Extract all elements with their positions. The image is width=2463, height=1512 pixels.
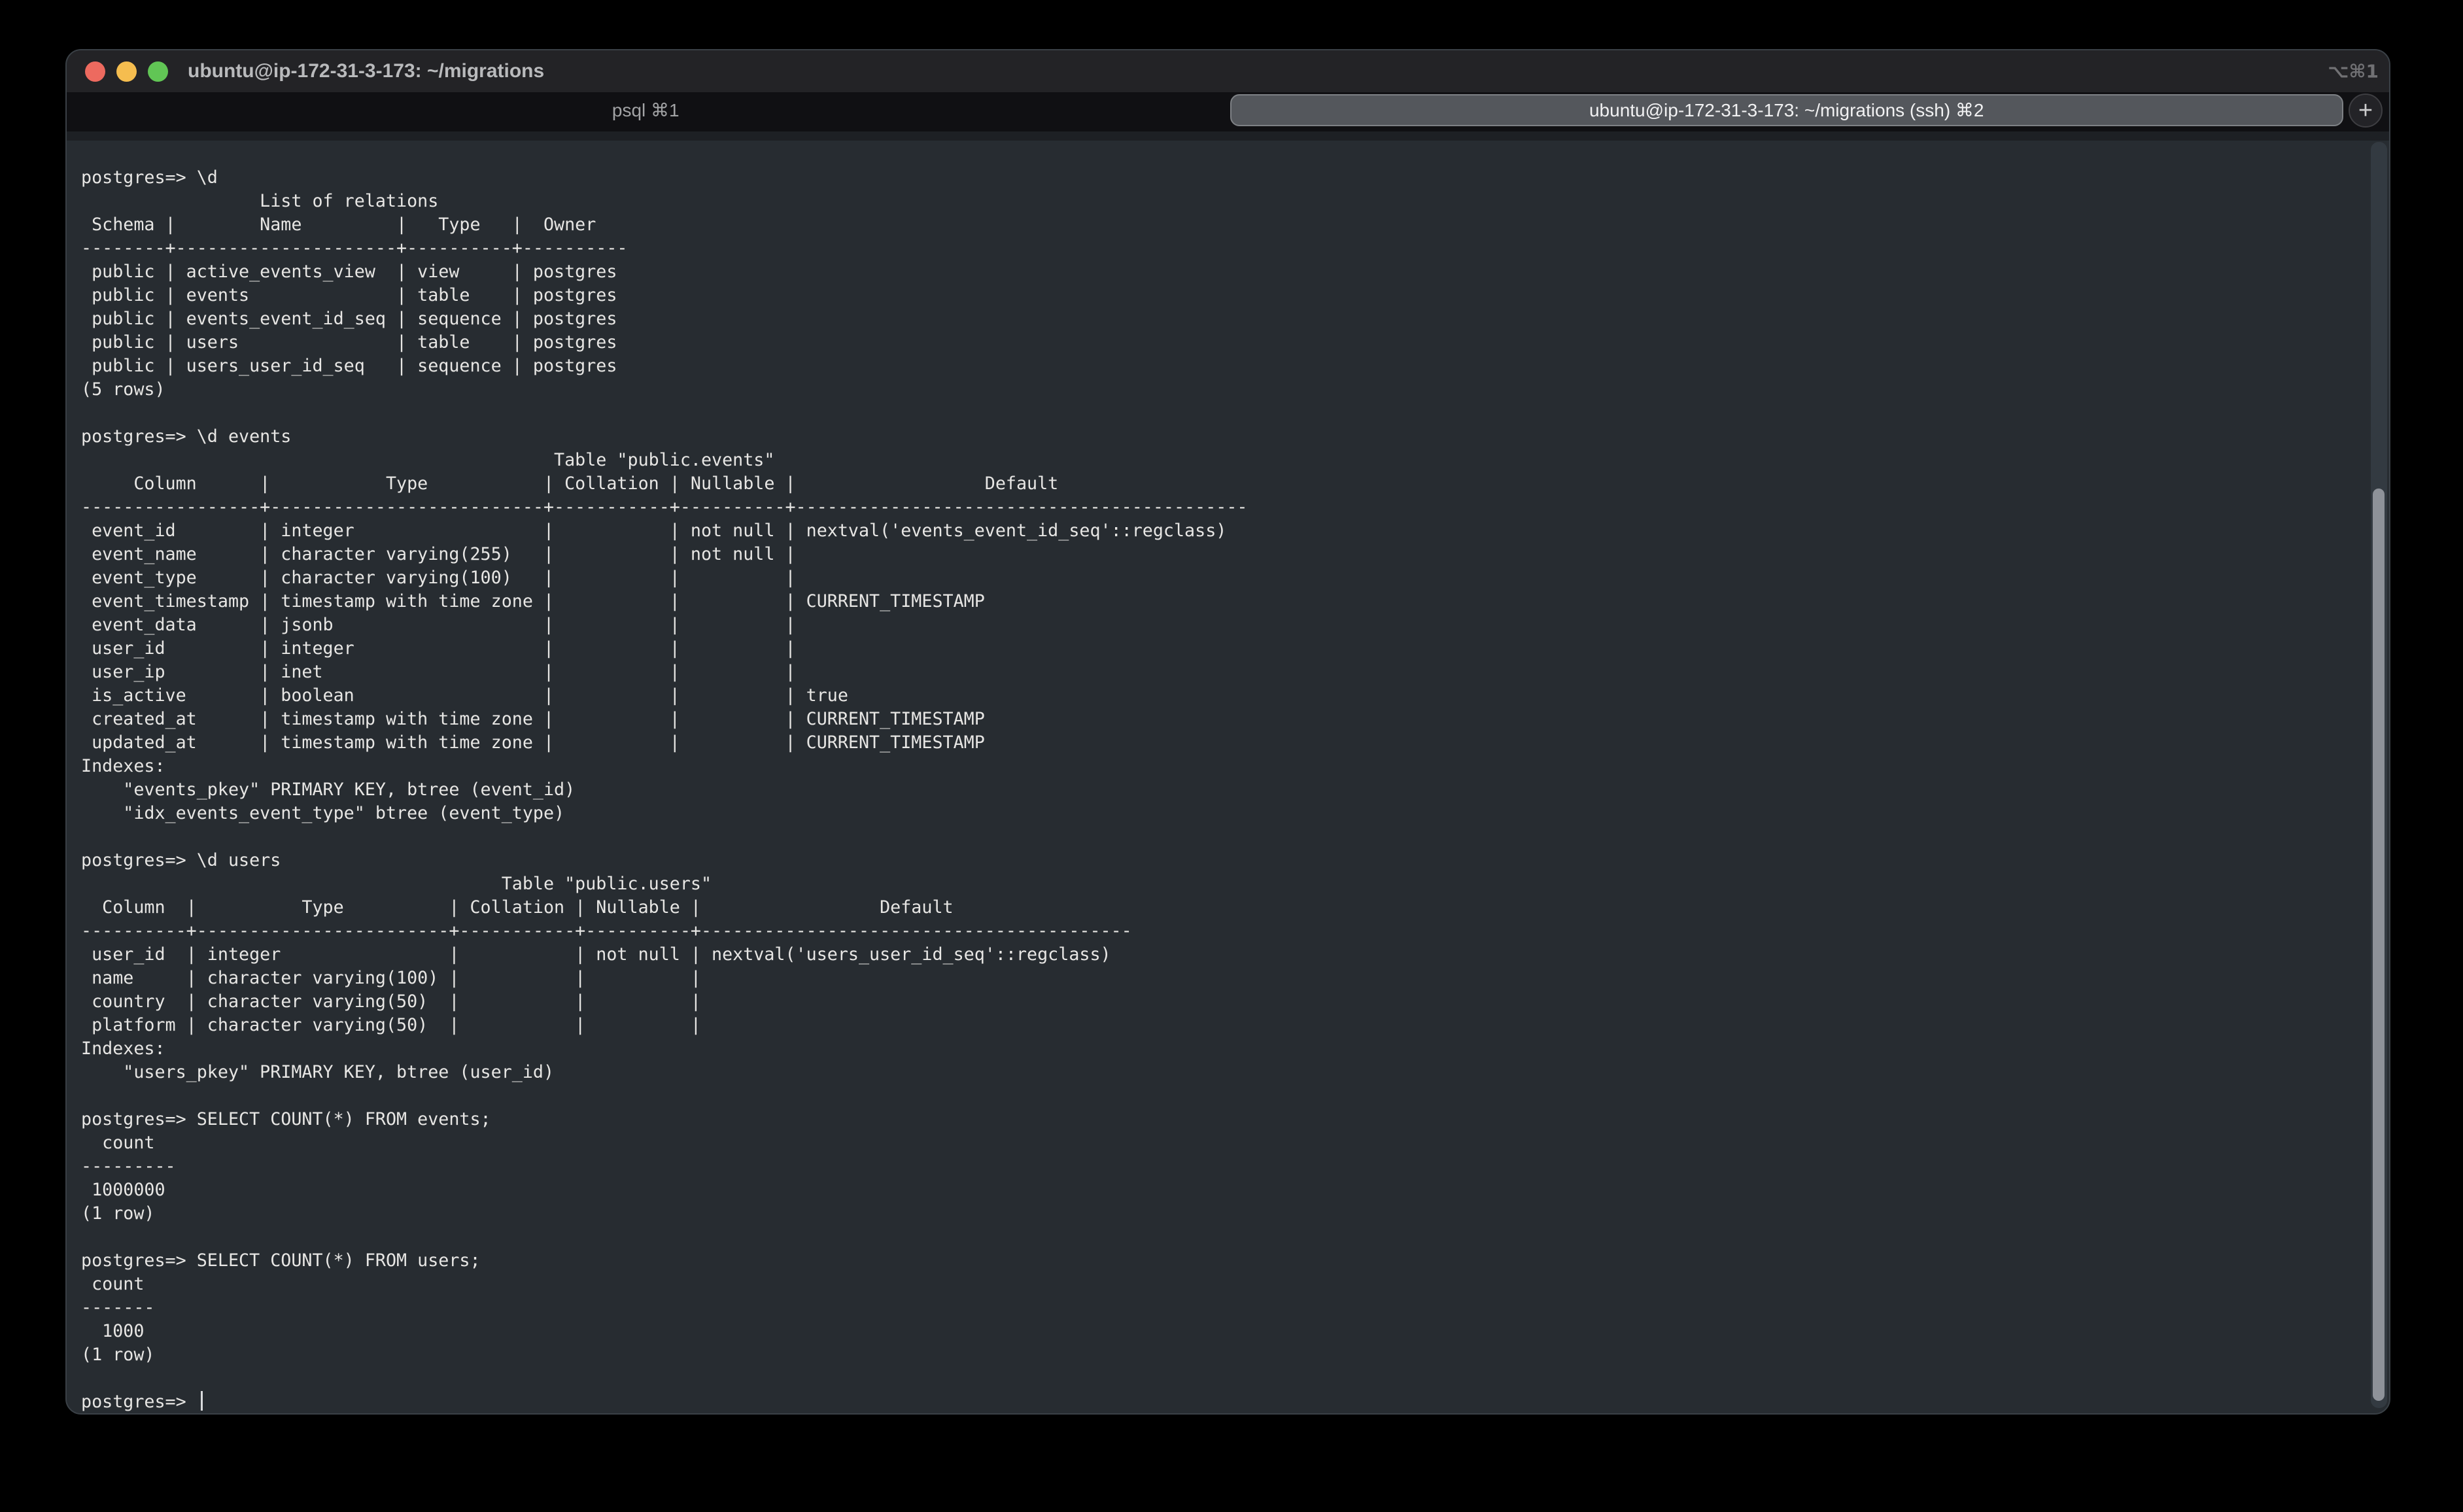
tab-psql[interactable]: psql ⌘1 (67, 94, 1225, 126)
terminal-window: ubuntu@ip-172-31-3-173: ~/migrations ⌥⌘1… (65, 49, 2390, 1415)
tab-ssh-migrations[interactable]: ubuntu@ip-172-31-3-173: ~/migrations (ss… (1230, 94, 2344, 126)
minimize-button[interactable] (116, 61, 137, 82)
window-titlebar[interactable]: ubuntu@ip-172-31-3-173: ~/migrations ⌥⌘1 (67, 50, 2389, 92)
tab-bar: psql ⌘1 ubuntu@ip-172-31-3-173: ~/migrat… (67, 92, 2389, 131)
tabbar-divider (67, 131, 2389, 141)
close-button[interactable] (85, 61, 105, 82)
desktop: ubuntu@ip-172-31-3-173: ~/migrations ⌥⌘1… (0, 0, 2463, 1512)
tab-psql-label: psql ⌘1 (612, 99, 680, 121)
terminal-prompt-line: postgres=> (81, 1390, 2389, 1413)
zoom-button[interactable] (148, 61, 168, 82)
plus-icon: + (2358, 98, 2373, 123)
window-title: ubuntu@ip-172-31-3-173: ~/migrations (188, 60, 544, 82)
terminal-screen[interactable]: postgres=> \d List of relations Schema |… (67, 141, 2389, 1413)
tab-ssh-migrations-label: ubuntu@ip-172-31-3-173: ~/migrations (ss… (1589, 99, 1984, 121)
window-shortcut-hint: ⌥⌘1 (2328, 61, 2379, 82)
text-cursor (201, 1391, 203, 1411)
terminal-prompt: postgres=> (81, 1392, 197, 1412)
new-tab-button[interactable]: + (2349, 94, 2383, 128)
terminal-output: postgres=> \d List of relations Schema |… (81, 166, 2389, 1390)
traffic-lights (85, 61, 168, 82)
scrollbar-thumb[interactable] (2373, 489, 2385, 1401)
